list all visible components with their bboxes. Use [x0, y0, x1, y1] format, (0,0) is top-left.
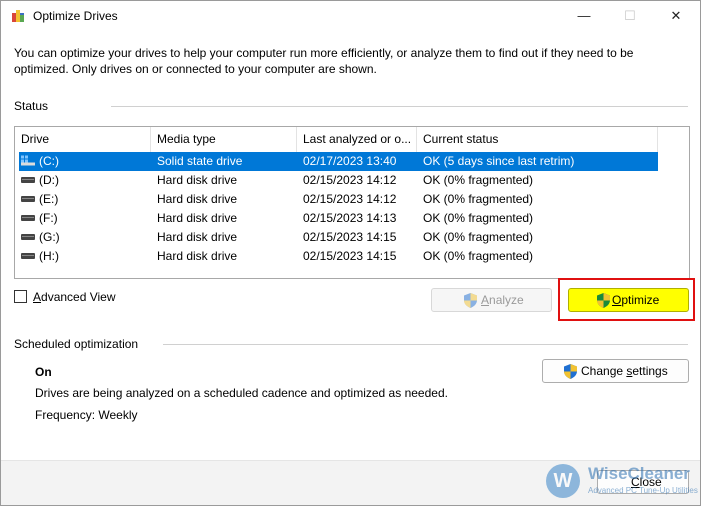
current-status: OK (5 days since last retrim): [423, 154, 575, 168]
analyze-button[interactable]: Analyze: [431, 288, 552, 312]
media-type: Hard disk drive: [157, 249, 238, 263]
advanced-view-checkbox[interactable]: [14, 290, 27, 303]
uac-shield-icon: [464, 293, 477, 308]
hard-disk-icon: [21, 196, 35, 202]
schedule-state: On: [35, 365, 52, 379]
last-analyzed: 02/15/2023 14:15: [303, 249, 397, 263]
uac-shield-icon: [564, 364, 577, 379]
drives-list-header: Drive Media type Last analyzed or o... C…: [15, 127, 689, 152]
wisecleaner-logo: W: [546, 464, 580, 498]
column-header-current-status[interactable]: Current status: [417, 127, 658, 152]
drive-name: (C:): [39, 154, 59, 168]
current-status: OK (0% fragmented): [423, 192, 534, 206]
media-type: Hard disk drive: [157, 230, 238, 244]
media-type: Solid state drive: [157, 154, 243, 168]
watermark-tagline: Advanced PC Tune-Up Utilities: [588, 486, 698, 495]
drive-row-e[interactable]: (E:) Hard disk drive 02/15/2023 14:12 OK…: [19, 190, 658, 209]
drive-name: (F:): [39, 211, 58, 225]
hard-disk-icon: [21, 215, 35, 221]
current-status: OK (0% fragmented): [423, 211, 534, 225]
status-divider: [111, 106, 688, 107]
hard-disk-icon: [21, 177, 35, 183]
column-header-media-type[interactable]: Media type: [151, 127, 297, 152]
optimize-highlight-box: [558, 278, 695, 321]
media-type: Hard disk drive: [157, 192, 238, 206]
column-header-last-analyzed[interactable]: Last analyzed or o...: [297, 127, 417, 152]
column-header-drive[interactable]: Drive: [15, 127, 151, 152]
system-drive-icon: [21, 155, 35, 166]
drive-name: (E:): [39, 192, 59, 206]
drive-name: (H:): [39, 249, 59, 263]
last-analyzed: 02/15/2023 14:13: [303, 211, 397, 225]
wisecleaner-watermark: W WiseCleaner Advanced PC Tune-Up Utilit…: [546, 462, 698, 502]
minimize-button[interactable]: —: [561, 1, 607, 31]
media-type: Hard disk drive: [157, 211, 238, 225]
close-window-button[interactable]: ✕: [653, 1, 699, 31]
current-status: OK (0% fragmented): [423, 230, 534, 244]
last-analyzed: 02/15/2023 14:12: [303, 192, 397, 206]
hard-disk-icon: [21, 253, 35, 259]
last-analyzed: 02/15/2023 14:12: [303, 173, 397, 187]
drive-row-c[interactable]: (C:) Solid state drive 02/17/2023 13:40 …: [19, 152, 658, 171]
schedule-frequency: Frequency: Weekly: [35, 408, 138, 422]
drive-row-h[interactable]: (H:) Hard disk drive 02/15/2023 14:15 OK…: [19, 247, 658, 266]
watermark-name: WiseCleaner: [588, 464, 690, 483]
drive-row-f[interactable]: (F:) Hard disk drive 02/15/2023 14:13 OK…: [19, 209, 658, 228]
advanced-view-label[interactable]: Advanced View: [33, 290, 116, 304]
window-title: Optimize Drives: [33, 9, 118, 23]
drives-list[interactable]: Drive Media type Last analyzed or o... C…: [14, 126, 690, 279]
drive-row-d[interactable]: (D:) Hard disk drive 02/15/2023 14:12 OK…: [19, 171, 658, 190]
drive-name: (D:): [39, 173, 59, 187]
scheduled-divider: [163, 344, 688, 345]
current-status: OK (0% fragmented): [423, 173, 534, 187]
scheduled-group-label: Scheduled optimization: [14, 337, 139, 351]
maximize-button[interactable]: ☐: [607, 1, 653, 31]
last-analyzed: 02/15/2023 14:15: [303, 230, 397, 244]
current-status: OK (0% fragmented): [423, 249, 534, 263]
media-type: Hard disk drive: [157, 173, 238, 187]
defrag-app-icon: [12, 10, 24, 22]
drive-row-g[interactable]: (G:) Hard disk drive 02/15/2023 14:15 OK…: [19, 228, 658, 247]
schedule-info: Drives are being analyzed on a scheduled…: [35, 386, 448, 400]
description-text: You can optimize your drives to help you…: [14, 46, 634, 76]
change-settings-button[interactable]: Change settings: [542, 359, 689, 383]
last-analyzed: 02/17/2023 13:40: [303, 154, 397, 168]
title-bar[interactable]: Optimize Drives — ☐ ✕: [1, 1, 700, 31]
drive-name: (G:): [39, 230, 60, 244]
status-group-label: Status: [14, 99, 49, 113]
hard-disk-icon: [21, 234, 35, 240]
optimize-drives-window: Optimize Drives — ☐ ✕ You can optimize y…: [0, 0, 701, 506]
